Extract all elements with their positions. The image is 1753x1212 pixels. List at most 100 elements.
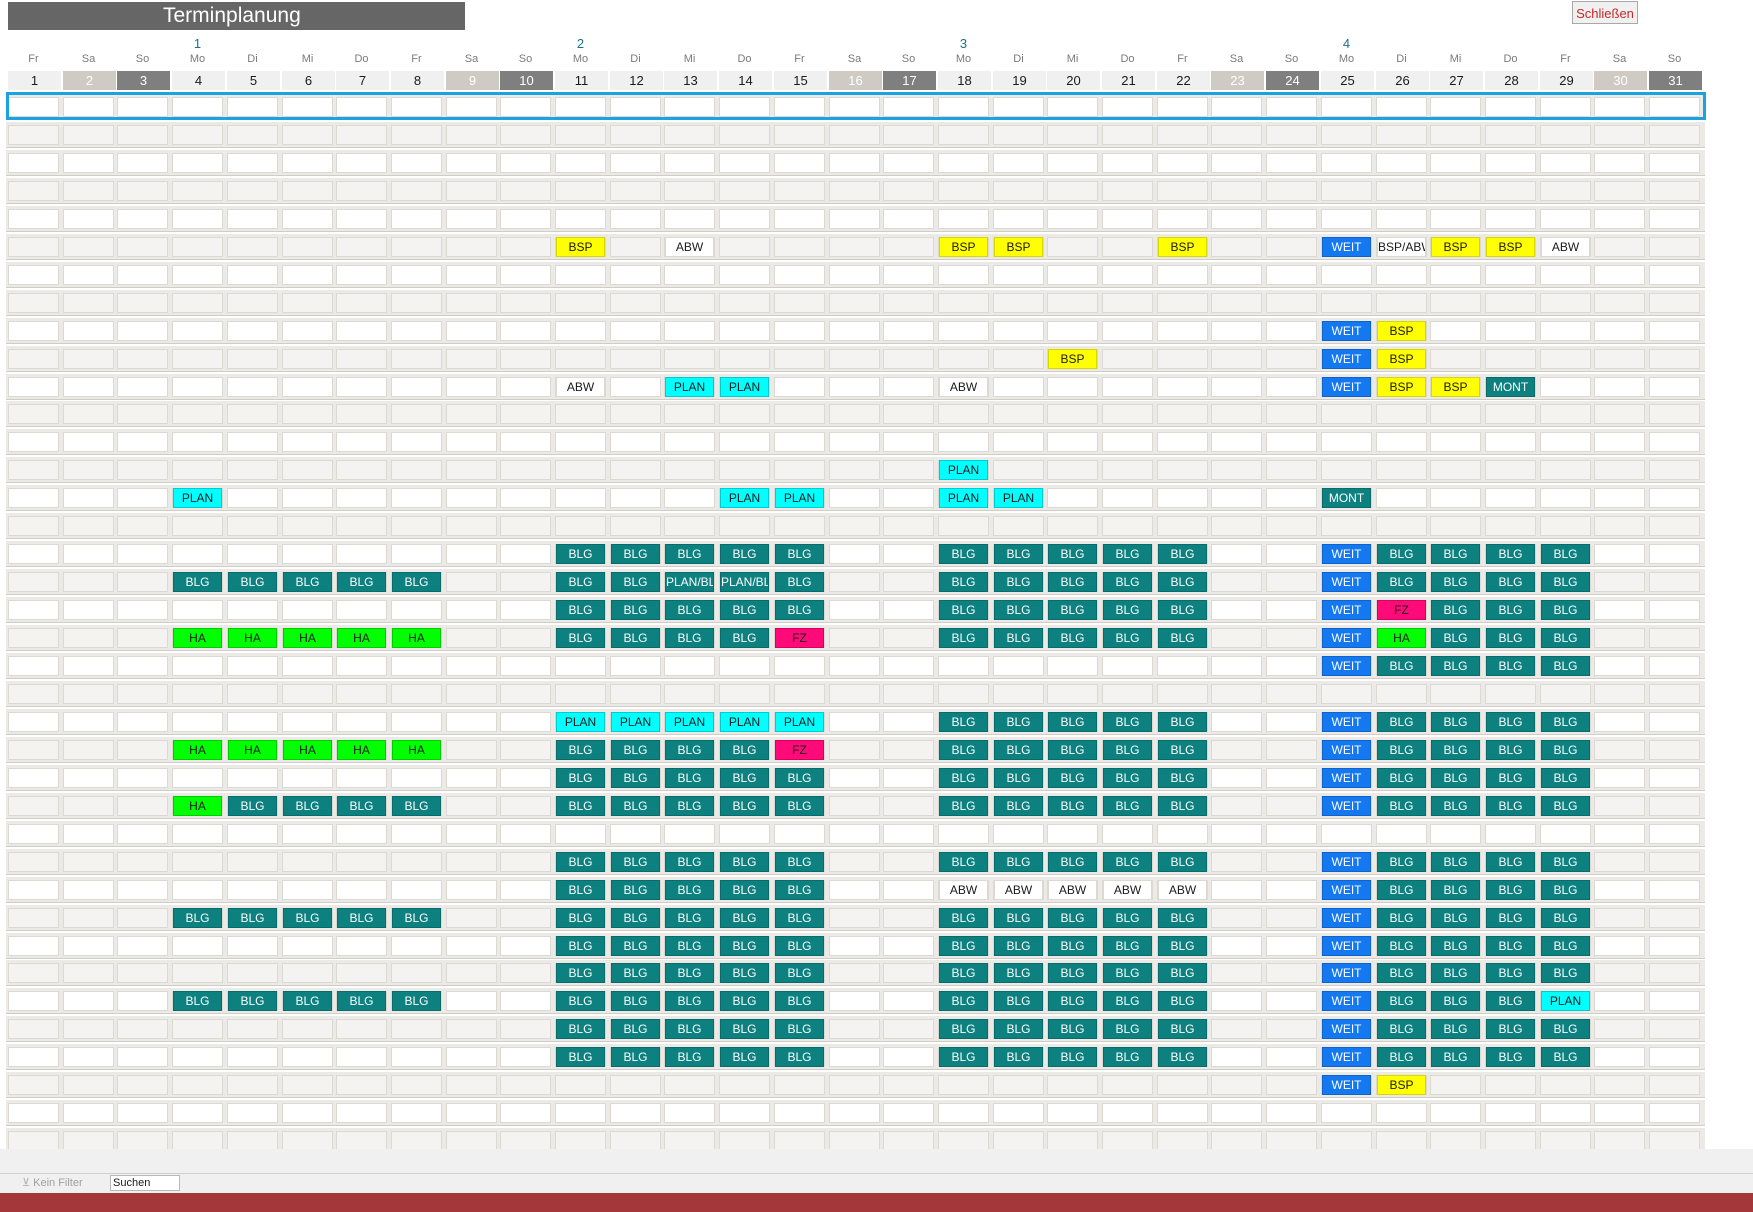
day-cell[interactable] [1649,377,1700,397]
day-cell[interactable] [1266,740,1317,760]
day-cell[interactable] [719,432,770,452]
day-cell[interactable] [993,377,1044,397]
day-cell[interactable] [883,684,934,704]
day-cell[interactable] [500,125,551,145]
schedule-entry-blg[interactable]: BLG [1377,1019,1426,1039]
day-cell[interactable] [1102,265,1153,285]
schedule-entry-weit[interactable]: WEIT [1322,991,1371,1011]
day-cell[interactable] [500,377,551,397]
day-cell[interactable] [500,684,551,704]
day-cell[interactable] [1102,293,1153,313]
day-cell[interactable] [336,125,387,145]
day-cell[interactable] [1211,656,1262,676]
schedule-entry-plan[interactable]: PLAN [665,377,714,397]
day-cell[interactable] [774,656,825,676]
day-cell[interactable] [1266,181,1317,201]
day-cell[interactable] [664,209,715,229]
day-cell[interactable] [63,1131,114,1151]
schedule-entry-blg[interactable]: BLG [556,572,605,592]
schedule-entry-blg[interactable]: BLG [1541,628,1590,648]
schedule-entry-weit[interactable]: WEIT [1322,1075,1371,1095]
schedule-entry-weit[interactable]: WEIT [1322,936,1371,956]
schedule-entry-blg[interactable]: BLG [665,908,714,928]
day-cell[interactable] [8,321,59,341]
day-cell[interactable] [500,432,551,452]
day-cell[interactable] [829,796,880,816]
day-cell[interactable] [117,656,168,676]
day-cell[interactable] [883,349,934,369]
day-cell[interactable] [938,684,989,704]
day-number-header[interactable]: 15 [774,71,827,90]
day-cell[interactable] [610,181,661,201]
schedule-entry-blg[interactable]: BLG [228,991,277,1011]
schedule-entry-blg[interactable]: BLG [1431,908,1480,928]
schedule-entry-blg[interactable]: BLG [1048,768,1097,788]
day-cell[interactable] [172,936,223,956]
day-cell[interactable] [1540,404,1591,424]
day-cell[interactable] [1157,1075,1208,1095]
day-cell[interactable] [8,740,59,760]
day-cell[interactable] [172,852,223,872]
day-cell[interactable] [336,544,387,564]
schedule-entry-blg[interactable]: BLG [611,796,660,816]
day-cell[interactable] [829,404,880,424]
day-cell[interactable] [610,488,661,508]
day-cell[interactable] [1430,432,1481,452]
day-cell[interactable] [993,125,1044,145]
schedule-entry-abw[interactable]: ABW [1541,237,1590,257]
schedule-entry-blg[interactable]: BLG [1431,991,1480,1011]
schedule-entry-ha[interactable]: HA [173,628,222,648]
day-cell[interactable] [172,656,223,676]
day-cell[interactable] [883,237,934,257]
day-cell[interactable] [282,1019,333,1039]
day-cell[interactable] [1211,321,1262,341]
day-cell[interactable] [1102,516,1153,536]
schedule-entry-blg[interactable]: BLG [1431,600,1480,620]
day-cell[interactable] [1649,572,1700,592]
schedule-entry-plan[interactable]: PLAN [1541,991,1590,1011]
day-cell[interactable] [719,209,770,229]
day-cell[interactable] [1047,237,1098,257]
day-number-header[interactable]: 17 [883,71,936,90]
day-cell[interactable] [1594,600,1645,620]
day-cell[interactable] [1321,181,1372,201]
schedule-entry-weit[interactable]: WEIT [1322,852,1371,872]
schedule-entry-weit[interactable]: WEIT [1322,796,1371,816]
schedule-entry-blg[interactable]: BLG [1431,656,1480,676]
day-cell[interactable] [1649,712,1700,732]
day-cell[interactable] [63,432,114,452]
schedule-entry-blg[interactable]: BLG [1103,1019,1152,1039]
day-cell[interactable] [1594,852,1645,872]
day-cell[interactable] [227,936,278,956]
day-cell[interactable] [1047,488,1098,508]
schedule-entry-blg[interactable]: BLG [720,1047,769,1067]
day-cell[interactable] [8,349,59,369]
day-cell[interactable] [555,488,606,508]
schedule-entry-bsp[interactable]: BSP [1377,377,1426,397]
schedule-entry-blg[interactable]: BLG [939,628,988,648]
schedule-entry-abw[interactable]: ABW [556,377,605,397]
day-cell[interactable] [63,852,114,872]
schedule-entry-bsp[interactable]: BSP [1486,237,1535,257]
day-cell[interactable] [8,516,59,536]
day-cell[interactable] [500,265,551,285]
day-cell[interactable] [829,824,880,844]
day-cell[interactable] [63,153,114,173]
schedule-entry-blg[interactable]: BLG [611,936,660,956]
day-number-header[interactable]: 19 [993,71,1046,90]
day-cell[interactable] [1594,209,1645,229]
day-cell[interactable] [1266,544,1317,564]
day-cell[interactable] [227,516,278,536]
day-cell[interactable] [336,1103,387,1123]
day-cell[interactable] [1047,265,1098,285]
schedule-entry-blg[interactable]: BLG [665,852,714,872]
day-cell[interactable] [1430,349,1481,369]
day-cell[interactable] [719,460,770,480]
schedule-entry-blg[interactable]: BLG [1541,600,1590,620]
schedule-entry-blg[interactable]: BLG [775,991,824,1011]
day-cell[interactable] [993,265,1044,285]
day-cell[interactable] [993,404,1044,424]
day-cell[interactable] [610,125,661,145]
day-cell[interactable] [1157,404,1208,424]
day-cell[interactable] [829,181,880,201]
